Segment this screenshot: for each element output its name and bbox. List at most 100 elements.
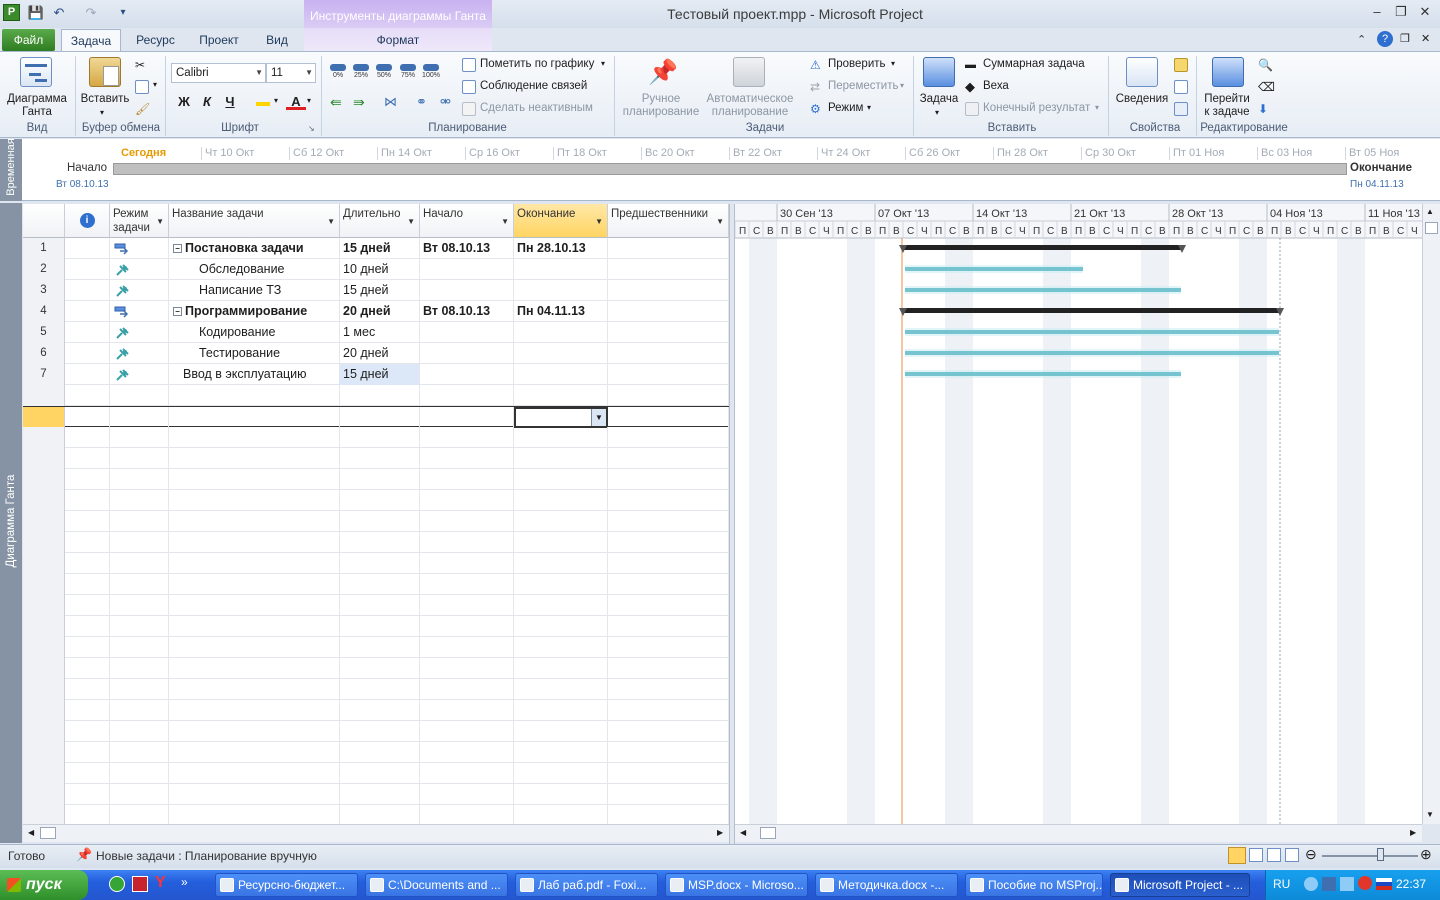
yandex-browser-icon[interactable]: Y: [155, 874, 166, 892]
close-doc-icon[interactable]: ✕: [1421, 32, 1430, 45]
ind-cell[interactable]: [65, 763, 110, 784]
start-cell[interactable]: [420, 574, 514, 595]
scroll-up-icon[interactable]: ▲: [1426, 207, 1434, 216]
ind-cell[interactable]: [65, 805, 110, 824]
table-row[interactable]: 2 Обследование 10 дней: [23, 259, 729, 280]
row-header[interactable]: [23, 616, 65, 637]
pred-cell[interactable]: [608, 448, 729, 469]
link-tasks-icon[interactable]: ⚭: [416, 94, 427, 110]
ind-cell[interactable]: [65, 407, 110, 428]
duration-cell[interactable]: [340, 532, 420, 553]
name-cell[interactable]: [169, 721, 340, 742]
table-row[interactable]: [23, 511, 729, 532]
tray-network-icon[interactable]: [1322, 877, 1336, 891]
scroll-thumb[interactable]: [40, 827, 56, 839]
summary-task-button[interactable]: Суммарная задача: [983, 58, 1085, 70]
help-icon[interactable]: ?: [1377, 31, 1393, 47]
taskbar-item[interactable]: MSP.docx - Microso...: [665, 873, 808, 897]
duration-cell[interactable]: [340, 385, 420, 406]
insert-task-icon[interactable]: [923, 57, 955, 87]
mode-cell[interactable]: [110, 553, 169, 574]
taskbar-item[interactable]: C:\Documents and ...: [365, 873, 508, 897]
duration-header[interactable]: Длительно ▼: [340, 204, 420, 238]
row-header[interactable]: [23, 532, 65, 553]
tray-flag-icon[interactable]: [1376, 878, 1392, 890]
name-cell[interactable]: [169, 469, 340, 490]
name-cell[interactable]: [169, 385, 340, 406]
duration-cell[interactable]: [340, 448, 420, 469]
finish-cell[interactable]: [514, 616, 608, 637]
ind-cell[interactable]: [65, 301, 110, 322]
pred-cell[interactable]: [608, 742, 729, 763]
mode-cell[interactable]: [110, 763, 169, 784]
row-header[interactable]: 1: [23, 238, 65, 259]
complete-75-button[interactable]: 75%: [398, 63, 418, 81]
font-color-dropdown-icon[interactable]: ▾: [307, 96, 311, 105]
start-cell[interactable]: [420, 763, 514, 784]
insert-task-dropdown-icon[interactable]: ▾: [935, 108, 939, 117]
table-row[interactable]: 6 Тестирование 20 дней: [23, 343, 729, 364]
name-cell[interactable]: [169, 511, 340, 532]
mode-cell[interactable]: [110, 322, 169, 343]
quicklaunch-pdf-icon[interactable]: [132, 876, 148, 892]
row-header[interactable]: 7: [23, 364, 65, 385]
milestone-icon[interactable]: ◆: [965, 80, 979, 94]
mark-on-track-button[interactable]: Пометить по графику: [480, 58, 594, 70]
finish-cell[interactable]: [514, 511, 608, 532]
select-all-corner[interactable]: [23, 204, 65, 238]
finish-cell[interactable]: [514, 574, 608, 595]
table-row[interactable]: [23, 616, 729, 637]
scroll-thumb[interactable]: [760, 827, 776, 839]
mode-cell[interactable]: [110, 721, 169, 742]
mode-dropdown-icon[interactable]: ▾: [867, 103, 871, 112]
duration-cell[interactable]: [340, 658, 420, 679]
duration-cell[interactable]: [340, 637, 420, 658]
start-cell[interactable]: [420, 448, 514, 469]
duration-cell[interactable]: [340, 427, 420, 448]
table-row[interactable]: [23, 637, 729, 658]
summary-task-icon[interactable]: ▬: [965, 58, 979, 72]
name-cell[interactable]: [169, 490, 340, 511]
table-row[interactable]: [23, 427, 729, 448]
name-cell[interactable]: − Программирование: [169, 301, 340, 322]
start-cell[interactable]: [420, 805, 514, 824]
taskbar-item[interactable]: Microsoft Project - ...: [1110, 873, 1250, 897]
pred-cell[interactable]: [608, 364, 729, 385]
ind-cell[interactable]: [65, 700, 110, 721]
gantt-chart[interactable]: 30 Сен '13 07 Окт '13 14 Окт '13 21 Окт '13…: [735, 204, 1422, 824]
finish-header[interactable]: Окончание ▼: [514, 204, 608, 238]
name-cell[interactable]: [169, 595, 340, 616]
start-cell[interactable]: [420, 658, 514, 679]
row-header[interactable]: [23, 763, 65, 784]
copy-dropdown-icon[interactable]: ▾: [153, 80, 157, 89]
move-button[interactable]: Переместить: [828, 80, 898, 92]
start-cell[interactable]: [420, 469, 514, 490]
timeline-bar[interactable]: [113, 163, 1347, 175]
pred-cell[interactable]: [608, 637, 729, 658]
ind-cell[interactable]: [65, 259, 110, 280]
inspect-dropdown-icon[interactable]: ▾: [891, 59, 895, 68]
name-cell[interactable]: [169, 784, 340, 805]
finish-cell[interactable]: [514, 427, 608, 448]
table-row[interactable]: 5 Кодирование 1 мес: [23, 322, 729, 343]
name-cell[interactable]: [169, 637, 340, 658]
duration-cell[interactable]: [340, 553, 420, 574]
row-header[interactable]: [23, 407, 65, 428]
mode-cell[interactable]: [110, 784, 169, 805]
minimize-icon[interactable]: –: [1366, 4, 1388, 22]
chevron-down-icon[interactable]: ▼: [716, 215, 724, 229]
name-cell[interactable]: Ввод в эксплуатацию: [169, 364, 340, 385]
finish-cell[interactable]: [514, 763, 608, 784]
start-cell[interactable]: [420, 343, 514, 364]
mode-icon[interactable]: ⚙: [810, 102, 824, 116]
ind-cell[interactable]: [65, 364, 110, 385]
indent-icon[interactable]: ⇛: [353, 94, 365, 111]
name-cell[interactable]: Кодирование: [169, 322, 340, 343]
chevron-down-icon[interactable]: ▼: [407, 215, 415, 229]
outdent-icon[interactable]: ⇚: [330, 94, 342, 111]
duration-cell[interactable]: [340, 616, 420, 637]
ind-cell[interactable]: [65, 238, 110, 259]
mode-cell[interactable]: [110, 658, 169, 679]
ind-cell[interactable]: [65, 679, 110, 700]
chevron-down-icon[interactable]: ▼: [327, 215, 335, 229]
